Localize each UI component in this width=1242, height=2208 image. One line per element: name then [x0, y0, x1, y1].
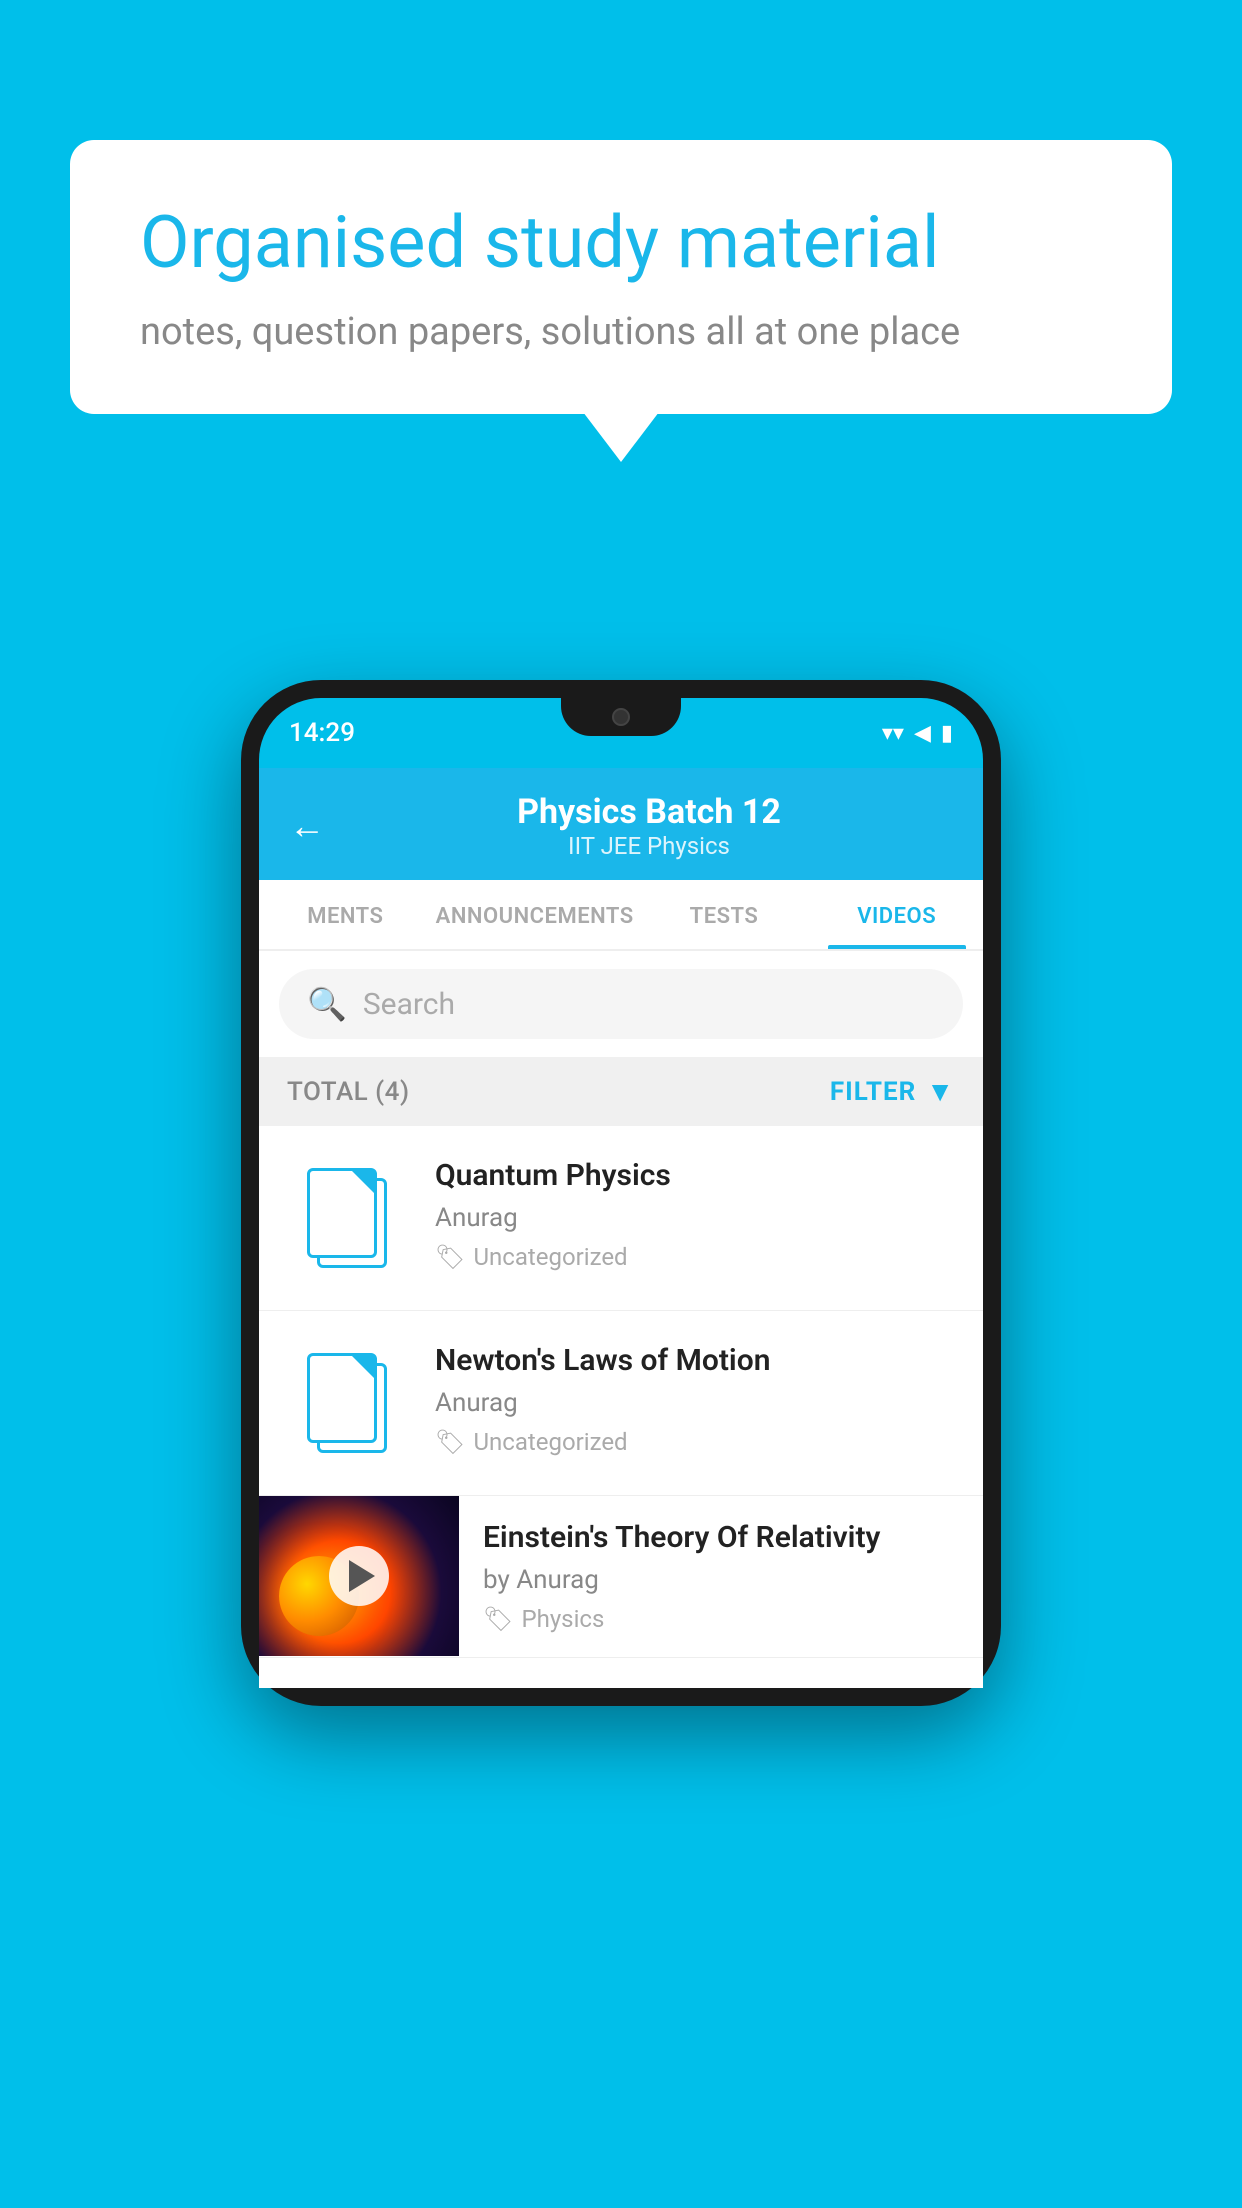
tag-label: Physics: [521, 1605, 604, 1633]
tag-icon: 🏷: [435, 1428, 465, 1456]
tag-label: Uncategorized: [473, 1243, 627, 1271]
list-item[interactable]: Quantum Physics Anurag 🏷 Uncategorized: [259, 1126, 983, 1311]
video-title: Einstein's Theory Of Relativity: [483, 1520, 963, 1555]
video-list: Quantum Physics Anurag 🏷 Uncategorized: [259, 1126, 983, 1658]
video-preview-thumbnail: [259, 1496, 459, 1656]
file-icon: [307, 1168, 387, 1268]
file-icon-front: [307, 1353, 377, 1443]
file-icon: [307, 1353, 387, 1453]
file-icon-front: [307, 1168, 377, 1258]
video-author: by Anurag: [483, 1565, 963, 1595]
video-info: Quantum Physics Anurag 🏷 Uncategorized: [435, 1158, 955, 1271]
battery-icon: ▮: [941, 721, 953, 746]
app-screen: ← Physics Batch 12 IIT JEE Physics MENTS…: [259, 768, 983, 1688]
phone-wrapper: 14:29 ▾▾ ◀ ▮ ← Physics Batch 12 IIT JEE …: [241, 680, 1001, 1706]
search-bar[interactable]: 🔍 Search: [279, 969, 963, 1039]
filter-button[interactable]: FILTER ▼: [830, 1075, 955, 1108]
phone: 14:29 ▾▾ ◀ ▮ ← Physics Batch 12 IIT JEE …: [241, 680, 1001, 1706]
play-button[interactable]: [329, 1546, 389, 1606]
speech-bubble-title: Organised study material: [140, 200, 1102, 286]
video-title: Newton's Laws of Motion: [435, 1343, 955, 1378]
status-time: 14:29: [289, 718, 355, 748]
filter-icon: ▼: [926, 1075, 955, 1108]
header-subtitle: IIT JEE Physics: [345, 832, 953, 860]
status-bar: 14:29 ▾▾ ◀ ▮: [259, 698, 983, 768]
video-tag: 🏷 Uncategorized: [435, 1428, 955, 1456]
speech-bubble: Organised study material notes, question…: [70, 140, 1172, 414]
speech-bubble-subtitle: notes, question papers, solutions all at…: [140, 310, 1102, 354]
wifi-icon: ▾▾: [882, 721, 904, 746]
search-bar-container: 🔍 Search: [259, 951, 983, 1057]
video-title: Quantum Physics: [435, 1158, 955, 1193]
video-tag: 🏷 Uncategorized: [435, 1243, 955, 1271]
filter-row: TOTAL (4) FILTER ▼: [259, 1057, 983, 1126]
tab-videos[interactable]: VIDEOS: [810, 880, 983, 949]
search-placeholder-text: Search: [363, 987, 455, 1022]
video-info: Newton's Laws of Motion Anurag 🏷 Uncateg…: [435, 1343, 955, 1456]
tabs-bar: MENTS ANNOUNCEMENTS TESTS VIDEOS: [259, 880, 983, 951]
speech-bubble-container: Organised study material notes, question…: [70, 140, 1172, 414]
file-thumbnail: [287, 1343, 407, 1463]
header-title: Physics Batch 12: [345, 792, 953, 832]
play-icon: [349, 1560, 375, 1592]
back-button[interactable]: ←: [289, 805, 325, 847]
status-icons: ▾▾ ◀ ▮: [882, 721, 953, 746]
tag-label: Uncategorized: [473, 1428, 627, 1456]
phone-notch: [561, 698, 681, 736]
file-thumbnail: [287, 1158, 407, 1278]
search-icon: 🔍: [307, 985, 347, 1023]
video-tag: 🏷 Physics: [483, 1605, 963, 1633]
camera: [612, 708, 630, 726]
app-header: ← Physics Batch 12 IIT JEE Physics: [259, 768, 983, 880]
filter-label: FILTER: [830, 1077, 916, 1107]
tag-icon: 🏷: [435, 1243, 465, 1271]
video-info: Einstein's Theory Of Relativity by Anura…: [459, 1496, 983, 1657]
header-title-group: Physics Batch 12 IIT JEE Physics: [345, 792, 953, 860]
tab-ments[interactable]: MENTS: [259, 880, 432, 949]
phone-bottom: [259, 1658, 983, 1688]
list-item[interactable]: Einstein's Theory Of Relativity by Anura…: [259, 1496, 983, 1658]
tab-tests[interactable]: TESTS: [638, 880, 811, 949]
signal-icon: ◀: [914, 721, 931, 746]
total-label: TOTAL (4): [287, 1077, 410, 1107]
tab-announcements[interactable]: ANNOUNCEMENTS: [432, 880, 638, 949]
video-author: Anurag: [435, 1203, 955, 1233]
video-author: Anurag: [435, 1388, 955, 1418]
list-item[interactable]: Newton's Laws of Motion Anurag 🏷 Uncateg…: [259, 1311, 983, 1496]
tag-icon: 🏷: [483, 1605, 513, 1633]
